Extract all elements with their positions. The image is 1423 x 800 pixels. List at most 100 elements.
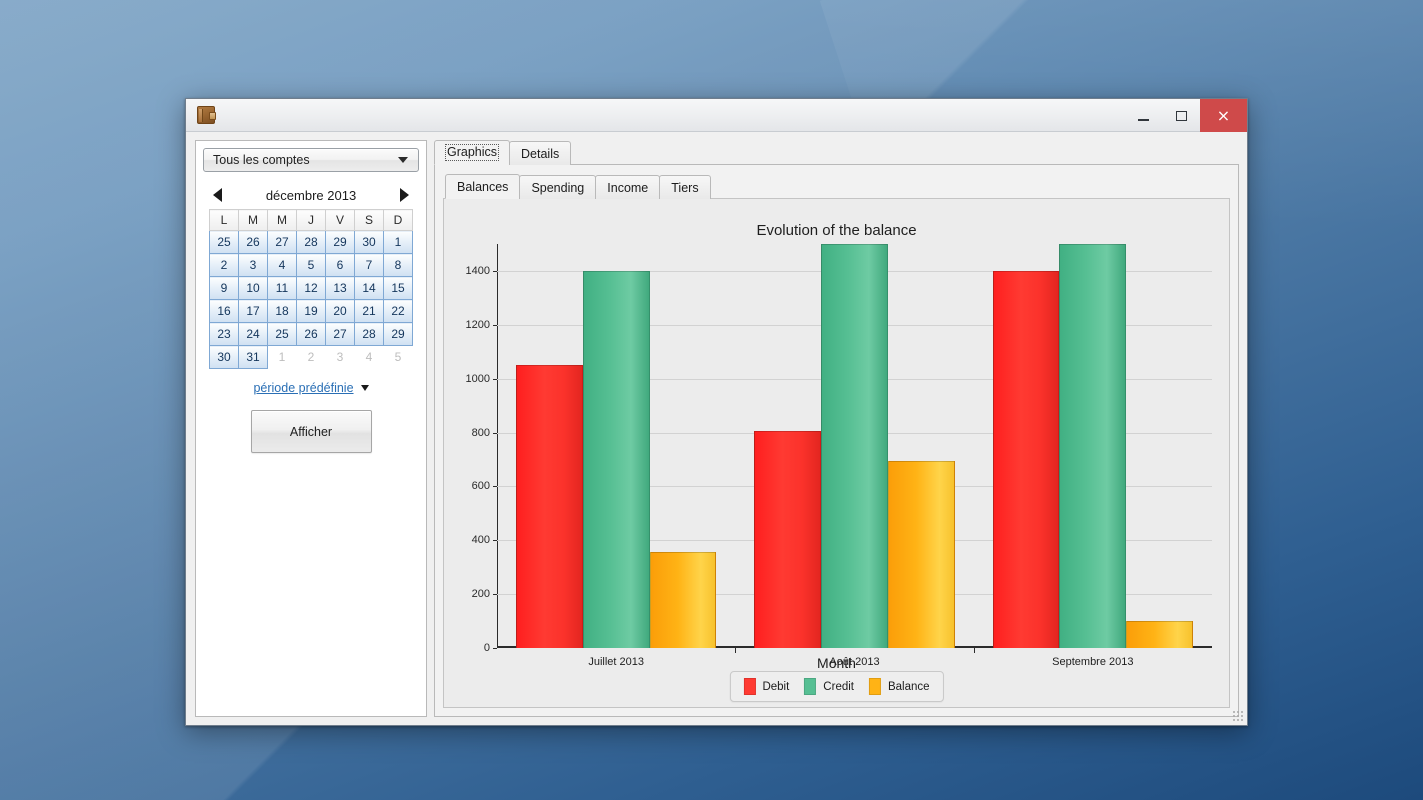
account-select[interactable]: Tous les comptes [203, 148, 419, 172]
chart-plot-inner: 0 200 400 600 800 1000 1200 1400 Juillet 2013 Aoû… [466, 244, 1212, 668]
calendar-weekday-row: LMMJVSD [209, 209, 413, 231]
calendar-day[interactable]: 14 [354, 276, 384, 300]
calendar-day[interactable]: 29 [383, 322, 413, 346]
tab-details[interactable]: Details [509, 141, 572, 165]
chart-bar-debit [754, 431, 822, 648]
y-axis-tick-label: 200 [471, 588, 490, 601]
legend-swatch [804, 678, 817, 695]
calendar-days-body: 25 26 27 28 29 30 1 2 3 4 5 6 7 8 9 10 11 12 13 14 15 16 17 18 1… [209, 230, 413, 369]
calendar-month-label: décembre 2013 [265, 187, 357, 203]
calendar-day[interactable]: 31 [238, 345, 268, 369]
calendar-day[interactable]: 30 [209, 345, 239, 369]
calendar-day[interactable]: 3 [238, 253, 268, 277]
calendar-day[interactable]: 26 [296, 322, 326, 346]
chart-bar-debit [992, 270, 1060, 648]
calendar-day[interactable]: 9 [209, 276, 239, 300]
sidebar-panel: Tous les comptes décembre 2013 LMMJVSD 2… [195, 140, 427, 717]
calendar-weekday: V [325, 209, 355, 231]
calendar-day[interactable]: 27 [325, 322, 355, 346]
chevron-down-icon[interactable] [360, 385, 369, 391]
legend-swatch [868, 678, 881, 695]
calendar-day[interactable]: 7 [354, 253, 384, 277]
tab-label: Spending [531, 180, 585, 195]
chart-title: Evolution of the balance [756, 222, 917, 239]
window-controls: × [1124, 99, 1247, 132]
minimize-button[interactable] [1124, 99, 1162, 132]
y-axis-tick-mark [493, 594, 497, 596]
chart-bar-credit [821, 244, 888, 648]
balances-tab-pane: Evolution of the balance 0 200 400 600 800 10… [443, 198, 1230, 708]
calendar-day[interactable]: 13 [325, 276, 355, 300]
y-axis-tick-label: 0 [483, 642, 490, 654]
calendar-day[interactable]: 25 [267, 322, 297, 346]
calendar-day[interactable]: 30 [354, 230, 384, 254]
calendar-day[interactable]: 21 [354, 299, 384, 323]
outer-tabstrip: Graphics Details [434, 140, 1239, 165]
calendar-day[interactable]: 11 [267, 276, 297, 300]
resize-grip[interactable] [1232, 710, 1244, 722]
calendar-day[interactable]: 20 [325, 299, 355, 323]
chart-plot-area: 0 200 400 600 800 1000 1200 1400 Juillet 2013 Aoû… [466, 244, 1212, 668]
calendar-day[interactable]: 12 [296, 276, 326, 300]
account-select-value: Tous les comptes [213, 153, 310, 167]
legend-item-debit: Debit [743, 678, 789, 695]
close-button[interactable]: × [1200, 99, 1247, 132]
calendar-day[interactable]: 16 [209, 299, 239, 323]
chart-legend: Debit Credit Balance [729, 671, 944, 702]
calendar-day[interactable]: 26 [238, 230, 268, 254]
calendar-day[interactable]: 24 [238, 322, 268, 346]
chart-bar-credit [1059, 244, 1127, 648]
x-axis-tick-mark [735, 648, 737, 653]
tab-label: Details [521, 146, 560, 161]
subtab-tiers[interactable]: Tiers [659, 175, 711, 199]
calendar-day[interactable]: 4 [267, 253, 297, 277]
legend-item-credit: Credit [804, 678, 854, 695]
calendar-day[interactable]: 8 [383, 253, 413, 277]
calendar-day-outside: 1 [267, 345, 297, 369]
chevron-down-icon [398, 157, 408, 163]
desktop-background: × Tous les comptes décembre 2013 L M M J… [0, 0, 1423, 800]
calendar-day[interactable]: 25 [209, 230, 239, 254]
subtab-income[interactable]: Income [595, 175, 661, 199]
y-axis-tick-mark [493, 540, 497, 542]
show-button[interactable]: Afficher [250, 410, 372, 453]
calendar-day[interactable]: 5 [296, 253, 326, 277]
predefined-period-row[interactable]: période prédéfinie [253, 381, 369, 395]
calendar-day[interactable]: 28 [354, 322, 384, 346]
calendar-week-row: 9 10 11 12 13 14 15 [209, 276, 413, 300]
subtab-balances[interactable]: Balances [445, 174, 521, 199]
calendar-day[interactable]: 28 [296, 230, 326, 254]
maximize-button[interactable] [1162, 99, 1200, 132]
x-axis-label: Month [817, 655, 856, 671]
calendar-day[interactable]: 19 [296, 299, 326, 323]
graphics-tab-pane: Balances Spending Income Tiers Evolution of… [434, 164, 1239, 717]
app-wallet-icon [197, 106, 216, 124]
calendar-day[interactable]: 2 [209, 253, 239, 277]
calendar-day[interactable]: 10 [238, 276, 268, 300]
next-month-arrow-icon[interactable] [400, 188, 409, 202]
calendar-day-outside: 4 [354, 345, 384, 369]
y-axis-tick-mark [493, 378, 497, 380]
calendar-day[interactable]: 27 [267, 230, 297, 254]
calendar-day[interactable]: 23 [209, 322, 239, 346]
calendar-day[interactable]: 29 [325, 230, 355, 254]
legend-label: Credit [823, 680, 854, 693]
tab-graphics[interactable]: Graphics [434, 140, 511, 165]
prev-month-arrow-icon[interactable] [213, 188, 222, 202]
subtab-spending[interactable]: Spending [519, 175, 597, 199]
tab-label: Tiers [671, 180, 699, 195]
balance-chart: Evolution of the balance 0 200 400 600 800 10… [444, 199, 1229, 707]
calendar-day[interactable]: 15 [383, 276, 413, 300]
calendar-day[interactable]: 6 [325, 253, 355, 277]
legend-item-balance: Balance [868, 678, 930, 695]
calendar-day[interactable]: 22 [383, 299, 413, 323]
calendar-day[interactable]: 18 [267, 299, 297, 323]
y-axis-tick-mark [493, 270, 497, 272]
calendar-widget: décembre 2013 LMMJVSD 25 26 27 28 29 30 1 2 3 4 5 6… [209, 185, 413, 369]
calendar-weekday: M [267, 209, 297, 231]
calendar-day[interactable]: 17 [238, 299, 268, 323]
predefined-period-link[interactable]: période prédéfinie [253, 381, 353, 395]
x-axis-tick-mark [973, 648, 975, 653]
main-panel: Graphics Details Balances Spending Income Ti… [434, 140, 1239, 717]
calendar-day[interactable]: 1 [383, 230, 413, 254]
